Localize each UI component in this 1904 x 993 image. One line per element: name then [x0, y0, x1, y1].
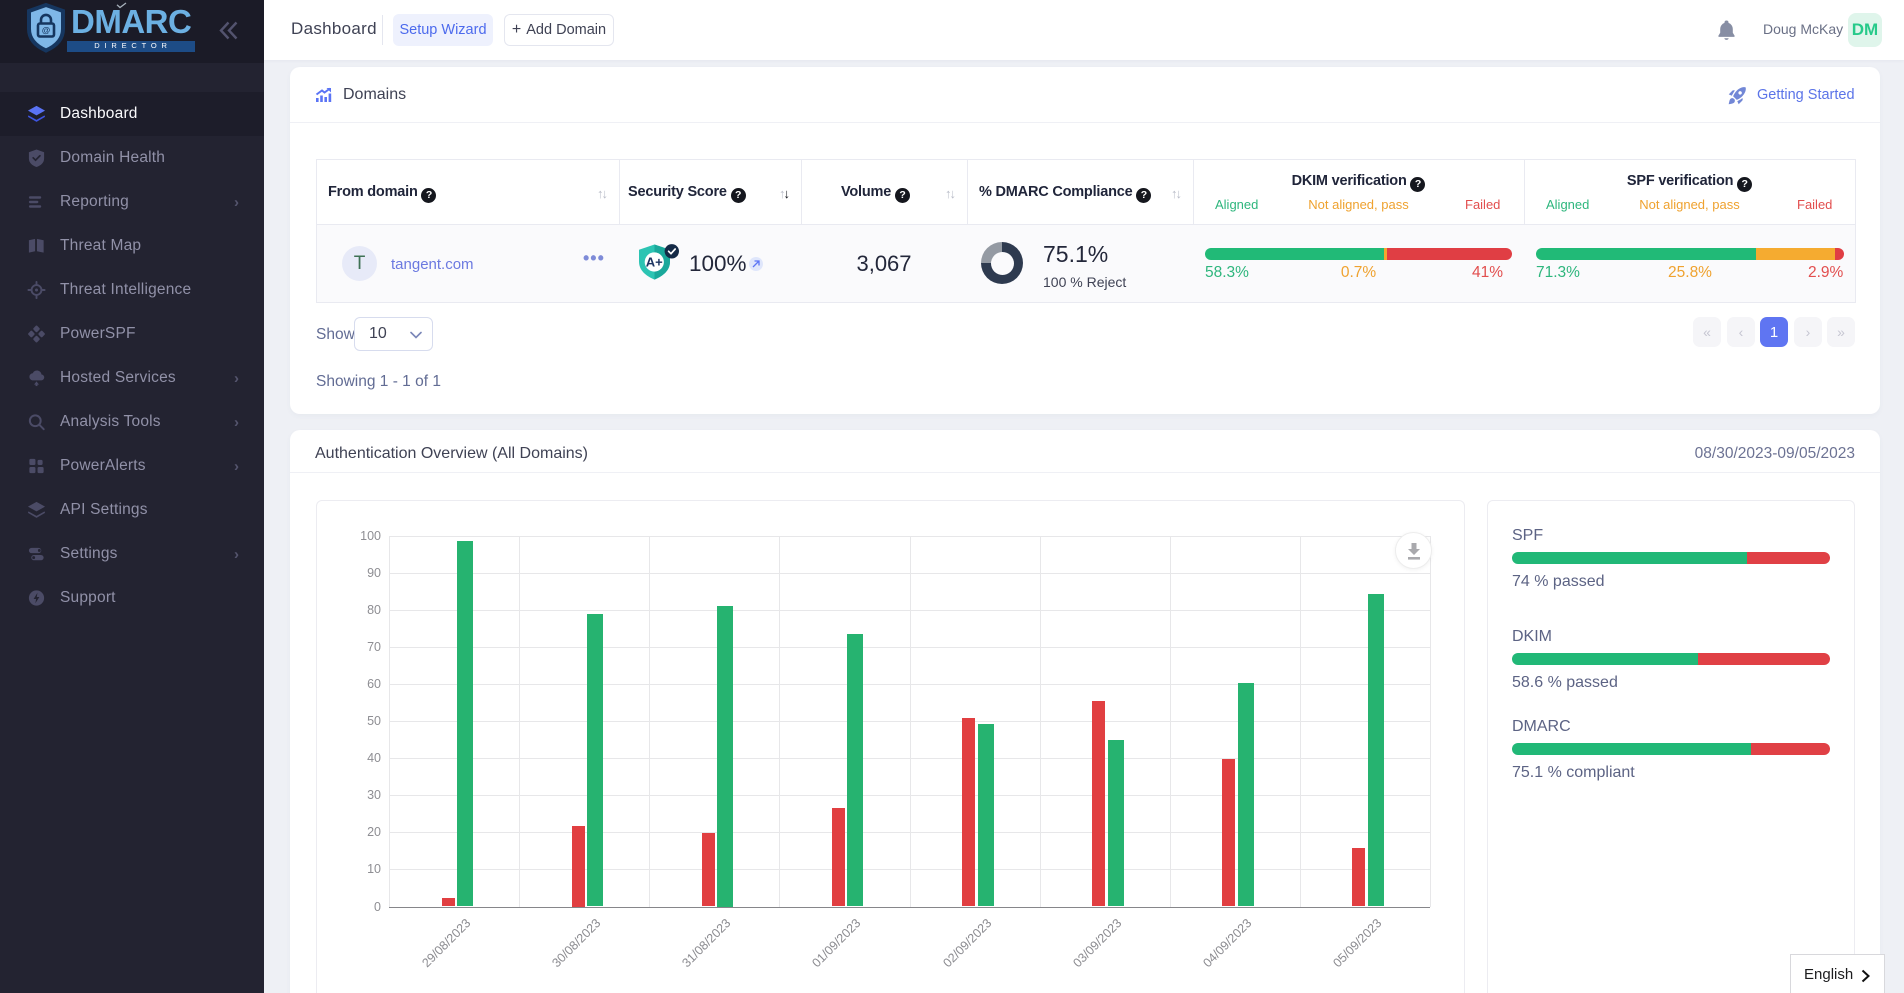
- svg-text:@: @: [42, 25, 50, 35]
